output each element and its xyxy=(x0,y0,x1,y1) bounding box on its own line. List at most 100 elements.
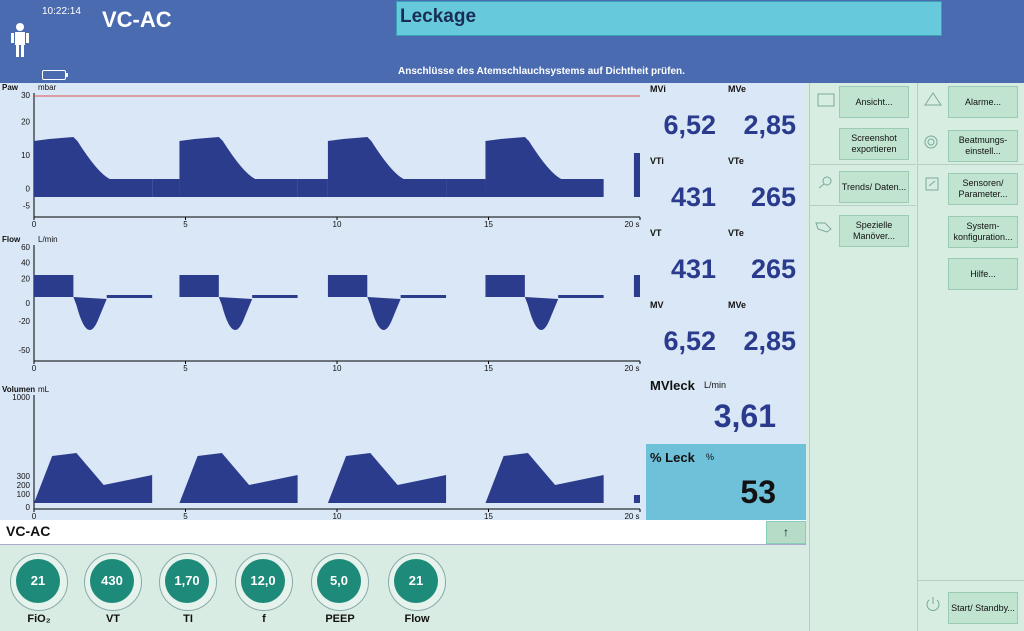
y-tick-label: 20 xyxy=(21,117,30,126)
volume-wave xyxy=(34,453,153,503)
y-tick-label: 300 xyxy=(17,472,31,481)
volume-wave xyxy=(327,453,447,503)
screenshot-export-button[interactable]: Screenshot exportieren xyxy=(839,128,909,160)
special-maneuver-button[interactable]: Spezielle Manöver... xyxy=(839,215,909,247)
knob-label: VT xyxy=(105,613,121,625)
clock-time: 10:22:14 xyxy=(42,6,81,17)
measure-label-mv: MV xyxy=(650,300,664,310)
help-button[interactable]: Hilfe... xyxy=(948,258,1018,290)
knob-label: f xyxy=(262,613,266,625)
paw-wave xyxy=(633,153,640,197)
mode-bar-label: VC-AC xyxy=(6,523,51,539)
knob-label: PEEP xyxy=(325,613,355,625)
y-tick-label: 0 xyxy=(26,503,31,512)
x-tick-label: 20 s xyxy=(624,220,639,229)
x-tick-label: 10 xyxy=(333,220,342,229)
lungs-icon xyxy=(924,135,938,149)
y-tick-label: -20 xyxy=(18,317,30,326)
volume-wave xyxy=(179,453,298,503)
knob-value: 1,70 xyxy=(165,559,209,603)
view-icon xyxy=(817,93,835,107)
flow-wave xyxy=(485,275,525,297)
x-tick-label: 15 xyxy=(484,220,493,229)
paw-wave xyxy=(179,137,298,197)
waveform-charts: Paw mbar3020100-50 5 10 15 20 sFlow L/min60402… xyxy=(2,83,641,520)
flow-wave xyxy=(367,297,401,330)
divider xyxy=(917,580,1024,581)
y-tick-label: 0 xyxy=(26,299,31,308)
x-tick-label: 0 xyxy=(32,364,37,373)
x-tick-label: 5 xyxy=(183,220,188,229)
ventilation-mode-title: VC-AC xyxy=(102,7,172,32)
y-tick-label: -50 xyxy=(18,346,30,355)
leak-unit: % xyxy=(706,452,715,462)
flow-wave xyxy=(558,295,604,298)
y-tick-label: 10 xyxy=(21,151,30,160)
flow-wave xyxy=(327,275,368,297)
measure-value-vte: 265 xyxy=(750,182,796,212)
trends-data-button[interactable]: Trends/ Daten... xyxy=(839,171,909,203)
wave-unit: mL xyxy=(38,385,50,394)
alarm-message-box[interactable] xyxy=(396,1,942,36)
alarm-hint: Anschlüsse des Atemschlauchsystems auf D… xyxy=(398,66,685,77)
view-button[interactable]: Ansicht... xyxy=(839,86,909,118)
x-tick-label: 10 xyxy=(333,512,342,520)
knob-value: 21 xyxy=(16,559,60,603)
divider xyxy=(917,164,1024,165)
magnifier-icon xyxy=(818,176,832,189)
wave-unit: mbar xyxy=(38,83,57,92)
leak-value: 53 xyxy=(740,474,776,510)
volume-wave xyxy=(633,495,640,503)
battery-icon xyxy=(42,70,68,80)
flow-wave xyxy=(179,275,219,297)
alarm-bell-icon xyxy=(924,92,942,106)
system-configuration-button[interactable]: System-konfiguration... xyxy=(948,216,1018,248)
mode-bar xyxy=(0,520,806,545)
setting-knob-3[interactable]: 12,0 xyxy=(235,553,293,611)
setting-knob-2[interactable]: 1,70 xyxy=(159,553,217,611)
y-tick-label: 60 xyxy=(21,243,30,252)
flow-wave xyxy=(400,295,447,298)
divider xyxy=(809,164,916,165)
sensors-parameters-button[interactable]: Sensoren/ Parameter... xyxy=(948,173,1018,205)
start-standby-button[interactable]: Start/ Standby... xyxy=(948,592,1018,624)
hand-icon xyxy=(815,222,832,233)
y-tick-label: -5 xyxy=(23,201,31,210)
flow-wave xyxy=(633,275,640,297)
measure-value-vti: 431 xyxy=(670,182,716,212)
paw-wave xyxy=(297,179,328,197)
patient-icon[interactable] xyxy=(10,22,30,58)
measure-label-vte: VTe xyxy=(728,228,744,238)
x-tick-label: 5 xyxy=(183,364,188,373)
leak-label: % Leck xyxy=(650,450,695,465)
measure-value-mve: 2,85 xyxy=(743,110,796,140)
ventilation-settings-button[interactable]: Beatmungs-einstell... xyxy=(948,130,1018,162)
knob-value: 21 xyxy=(394,559,438,603)
measure-value-vte: 265 xyxy=(750,254,796,284)
mvleck-value: 3,61 xyxy=(713,398,776,434)
wave-unit: L/min xyxy=(38,235,58,244)
knob-label: FiO₂ xyxy=(27,613,51,625)
setting-knob-5[interactable]: 21 xyxy=(388,553,446,611)
wave-name: Flow xyxy=(2,235,21,244)
knob-value: 430 xyxy=(90,559,134,603)
flow-wave xyxy=(252,295,298,298)
x-tick-label: 0 xyxy=(32,512,37,520)
y-tick-label: 0 xyxy=(26,185,31,194)
y-tick-label: 200 xyxy=(17,481,31,490)
flow-wave xyxy=(34,275,74,297)
setting-knob-0[interactable]: 21 xyxy=(10,553,68,611)
paw-wave xyxy=(34,137,153,197)
expand-up-button[interactable]: ↑ xyxy=(766,521,806,544)
x-tick-label: 20 s xyxy=(624,364,639,373)
x-tick-label: 15 xyxy=(484,364,493,373)
setting-knob-1[interactable]: 430 xyxy=(84,553,142,611)
measure-label-mve: MVe xyxy=(728,300,747,310)
knob-label: TI xyxy=(183,613,193,625)
y-tick-label: 100 xyxy=(17,490,31,499)
alarms-button[interactable]: Alarme... xyxy=(948,86,1018,118)
setting-knob-4[interactable]: 5,0 xyxy=(311,553,369,611)
divider xyxy=(809,205,916,206)
measure-label-mve: MVe xyxy=(728,84,747,94)
x-tick-label: 0 xyxy=(32,220,37,229)
